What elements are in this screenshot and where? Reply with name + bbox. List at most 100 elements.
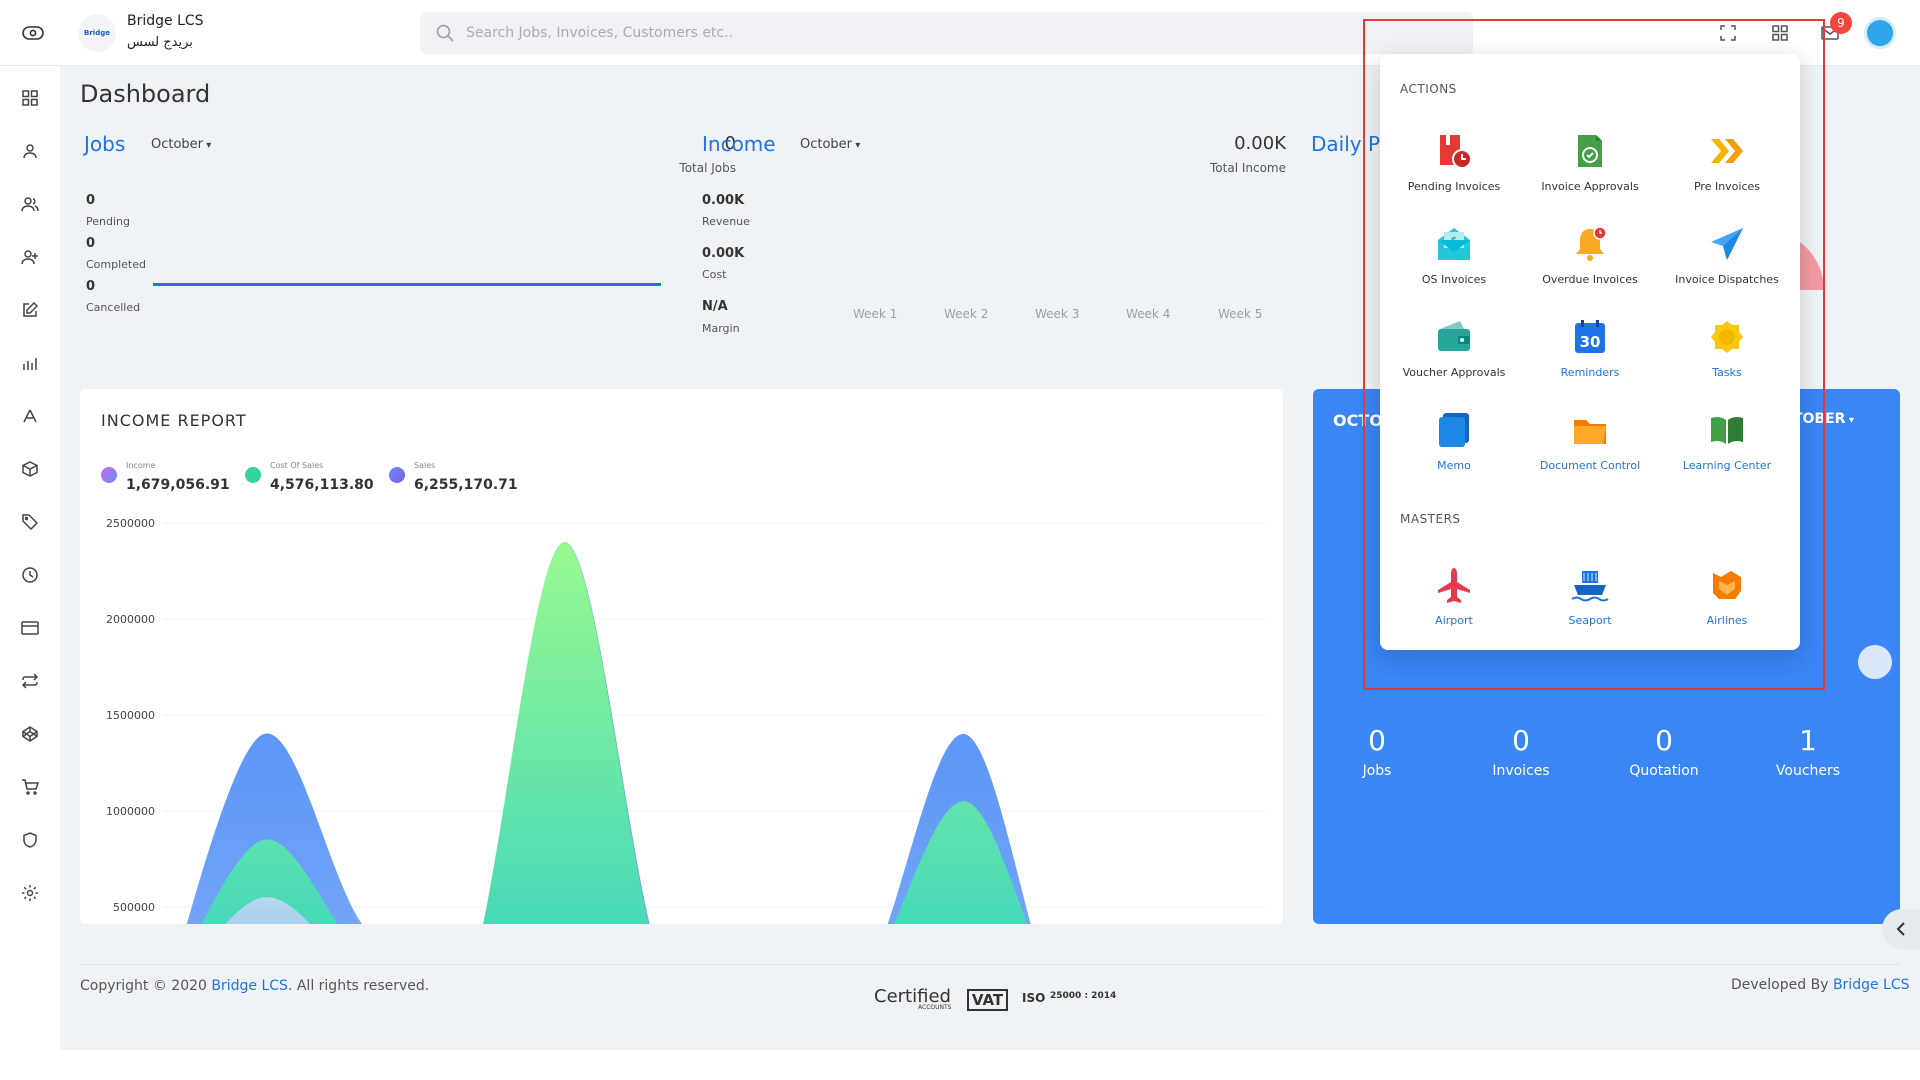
notification-badge: 9 xyxy=(1830,12,1852,34)
memo-icon xyxy=(1433,409,1475,451)
bar-chart-icon[interactable] xyxy=(18,351,42,375)
airport-tile[interactable]: Airport xyxy=(1389,564,1519,644)
invoice-approvals-label: Invoice Approvals xyxy=(1541,180,1639,193)
ship-icon xyxy=(1569,564,1611,606)
users-icon[interactable] xyxy=(18,192,42,216)
edit-icon[interactable] xyxy=(18,298,42,322)
week-label: Week 2 xyxy=(944,307,989,321)
summary-month-left: OCTO xyxy=(1333,411,1383,430)
footer-divider xyxy=(80,964,1900,965)
income-month-select[interactable]: October xyxy=(800,137,860,152)
income-margin-label: Margin xyxy=(702,322,740,335)
overdue-invoices-tile[interactable]: Overdue Invoices xyxy=(1525,223,1655,303)
repeat-icon[interactable] xyxy=(18,669,42,693)
learning-center-label: Learning Center xyxy=(1682,459,1772,472)
box-icon[interactable] xyxy=(18,457,42,481)
jobs-cancelled-label: Cancelled xyxy=(86,301,141,314)
pre-invoices-tile[interactable]: Pre Invoices xyxy=(1662,130,1792,210)
masters-section-label: MASTERS xyxy=(1400,512,1461,526)
wallet-icon xyxy=(1433,316,1475,358)
vat-logo: VAT xyxy=(967,989,1008,1011)
book-icon xyxy=(1706,409,1748,451)
dashboard-grid-icon[interactable] xyxy=(18,86,42,110)
reminders-label: Reminders xyxy=(1560,366,1620,379)
pending-invoices-label: Pending Invoices xyxy=(1407,180,1501,193)
summary-quotation-label: Quotation xyxy=(1629,763,1699,779)
summary-slider-knob[interactable] xyxy=(1858,645,1892,679)
clock-icon[interactable] xyxy=(18,563,42,587)
income-total-label: Total Income xyxy=(1210,161,1286,175)
airlines-tile[interactable]: Airlines xyxy=(1662,564,1792,644)
pending-invoices-tile[interactable]: Pending Invoices xyxy=(1389,130,1519,210)
learning-center-tile[interactable]: Learning Center xyxy=(1662,409,1792,489)
footer-copyright: Copyright © 2020 Bridge LCS. All rights … xyxy=(80,978,429,994)
week-label: Week 4 xyxy=(1126,307,1171,321)
overdue-invoices-label: Overdue Invoices xyxy=(1542,273,1638,286)
add-user-icon[interactable] xyxy=(18,245,42,269)
income-margin-value: N/A xyxy=(702,299,728,314)
invoice-dispatches-tile[interactable]: Invoice Dispatches xyxy=(1662,223,1792,303)
os-invoice-icon: $ xyxy=(1433,223,1475,265)
series-area-sales xyxy=(186,542,1031,924)
collapse-chevron-left-icon[interactable] xyxy=(1882,909,1920,949)
summary-quotation-count: 0 xyxy=(1655,724,1673,757)
brand-logo[interactable]: Bridge xyxy=(78,14,116,52)
settings-gear-icon[interactable] xyxy=(18,881,42,905)
tag-icon[interactable] xyxy=(18,510,42,534)
voucher-approvals-label: Voucher Approvals xyxy=(1402,366,1506,379)
global-search xyxy=(420,12,1473,54)
tasks-tile[interactable]: Tasks xyxy=(1662,316,1792,396)
alert-triangle-icon[interactable] xyxy=(18,404,42,428)
income-revenue-value: 0.00K xyxy=(702,193,745,208)
voucher-approvals-tile[interactable]: Voucher Approvals xyxy=(1389,316,1519,396)
document-control-tile[interactable]: Document Control xyxy=(1525,409,1655,489)
os-invoices-tile[interactable]: $ OS Invoices xyxy=(1389,223,1519,303)
y-tick-label: 1000000 xyxy=(106,805,155,818)
summary-month-select[interactable]: TOBER xyxy=(1793,411,1854,427)
tasks-label: Tasks xyxy=(1712,366,1742,379)
airplane-icon xyxy=(1433,564,1475,606)
invoice-approvals-tile[interactable]: Invoice Approvals xyxy=(1525,130,1655,210)
seaport-tile[interactable]: Seaport xyxy=(1525,564,1655,644)
income-revenue-label: Revenue xyxy=(702,215,750,228)
jobs-month-select[interactable]: October xyxy=(151,137,211,152)
income-cost-label: Cost xyxy=(702,268,727,281)
week-label: Week 3 xyxy=(1035,307,1080,321)
jobs-completed-label: Completed xyxy=(86,258,146,271)
memo-tile[interactable]: Memo xyxy=(1389,409,1519,489)
income-cost-value: 0.00K xyxy=(702,246,745,261)
jobs-pending-label: Pending xyxy=(86,215,130,228)
airline-icon xyxy=(1706,564,1748,606)
sidebar-toggle-eye-icon[interactable] xyxy=(18,20,48,46)
memo-label: Memo xyxy=(1437,459,1471,472)
summary-jobs-label: Jobs xyxy=(1362,763,1392,779)
codepen-icon[interactable] xyxy=(18,722,42,746)
jobs-completed-value: 0 xyxy=(86,236,96,251)
developed-link[interactable]: Bridge LCS xyxy=(1833,977,1910,993)
shield-icon[interactable] xyxy=(18,828,42,852)
overdue-bell-icon xyxy=(1569,223,1611,265)
reminders-tile[interactable]: 30 Reminders xyxy=(1525,316,1655,396)
income-report-card: INCOME REPORT Income 1,679,056.91 Cost O… xyxy=(80,389,1283,924)
invoice-dispatches-label: Invoice Dispatches xyxy=(1675,273,1779,286)
folder-icon xyxy=(1569,409,1611,451)
jobs-progress-line xyxy=(153,283,661,286)
y-tick-label: 500000 xyxy=(113,901,155,914)
summary-jobs-count: 0 xyxy=(1368,724,1386,757)
fullscreen-icon[interactable] xyxy=(1716,21,1740,45)
user-avatar[interactable] xyxy=(1864,17,1896,49)
apps-dropdown-panel: ACTIONS Pending Invoices Invoice Approva… xyxy=(1380,54,1800,650)
y-tick-label: 2500000 xyxy=(106,517,155,530)
jobs-total-label: Total Jobs xyxy=(679,161,736,175)
credit-card-icon[interactable] xyxy=(18,616,42,640)
jobs-cancelled-value: 0 xyxy=(86,279,96,294)
apps-grid-icon[interactable] xyxy=(1768,21,1792,45)
pre-invoices-label: Pre Invoices xyxy=(1693,180,1761,193)
daily-title: Daily P xyxy=(1311,132,1381,156)
badge-icon xyxy=(1706,316,1748,358)
search-input[interactable] xyxy=(466,25,1366,41)
user-icon[interactable] xyxy=(18,139,42,163)
income-total: 0.00K xyxy=(1234,133,1286,154)
copyright-link[interactable]: Bridge LCS xyxy=(211,978,288,994)
shopping-cart-icon[interactable] xyxy=(18,775,42,799)
